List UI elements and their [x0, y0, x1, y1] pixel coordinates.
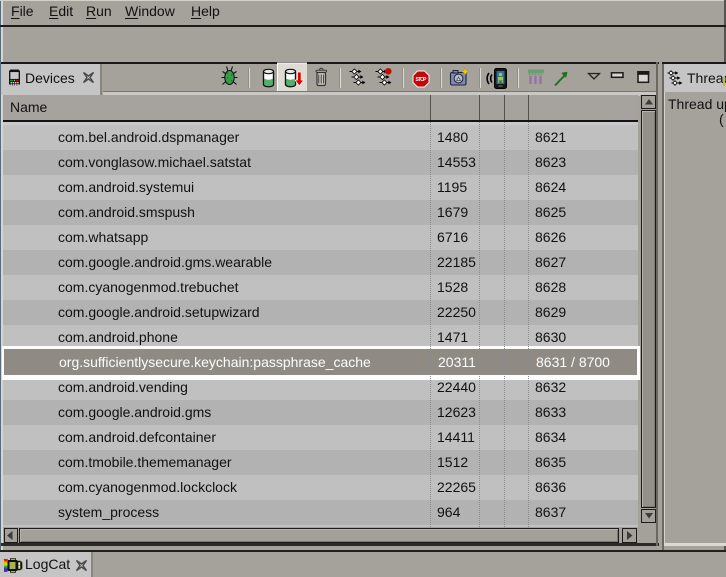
svg-text:STOP: STOP	[416, 77, 428, 83]
